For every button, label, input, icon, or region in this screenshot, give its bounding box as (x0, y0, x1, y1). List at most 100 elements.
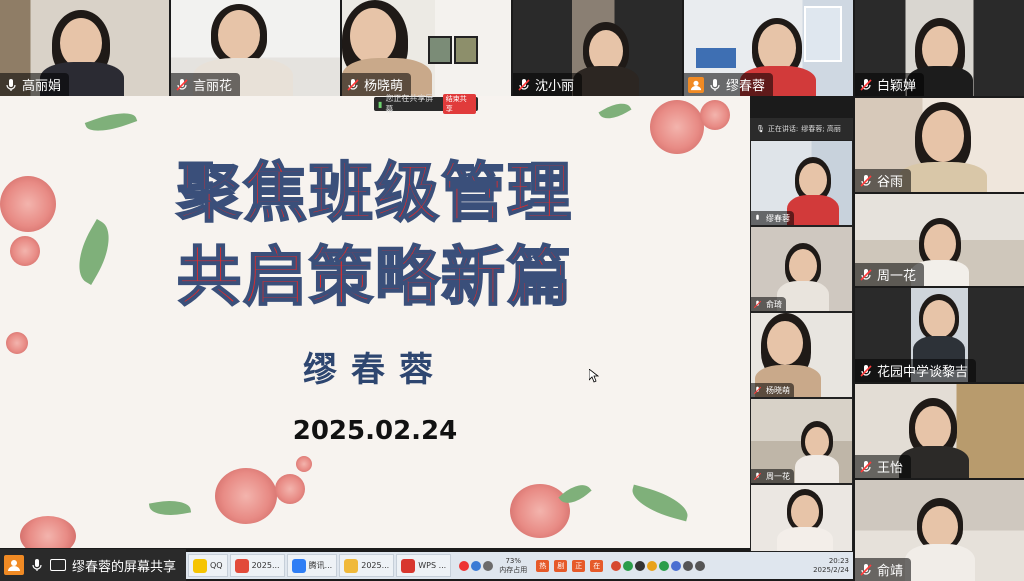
video-tile-2[interactable]: 言丽花 (171, 0, 340, 96)
flower-decoration (296, 456, 312, 472)
participant-nametag: 缪春蓉 (684, 73, 774, 96)
video-tile-6[interactable]: 白颖婵 (855, 0, 1024, 96)
microphone-muted-icon (859, 78, 873, 92)
participant-nametag: 白颖婵 (855, 73, 925, 96)
taskbar-app-label: 2025... (361, 561, 390, 570)
microphone-icon (708, 78, 722, 92)
video-tile-right-4[interactable]: 王怡 (855, 384, 1024, 478)
participant-name: 俞琦 (766, 299, 782, 309)
avatar-icon (4, 555, 24, 575)
slide-speaker-name: 缪春蓉 (303, 350, 447, 390)
screen-share-label: 缪春蓉的屏幕共享 (72, 559, 177, 575)
mini-tile-2[interactable]: 俞琦 (751, 227, 852, 311)
taskbar-app-qq[interactable]: QQ (188, 554, 228, 577)
participant-nametag: 沈小丽 (513, 73, 583, 96)
shared-slide: 聚焦班级管理 共启策略新篇 缪春蓉 2025.02.24 (0, 96, 750, 548)
mouse-cursor-icon (589, 369, 599, 383)
video-tile-5-active-speaker[interactable]: 缪春蓉 (684, 0, 853, 96)
leaf-decoration (84, 105, 138, 139)
participant-nametag: 周一花 (855, 263, 925, 286)
microphone-muted-icon (175, 78, 189, 92)
system-tray-right (611, 560, 706, 571)
system-tray-left (459, 560, 494, 571)
microphone-muted-icon (753, 386, 762, 395)
taskbar-app-wps-1[interactable]: 2025... (229, 554, 285, 577)
tray-icon[interactable] (483, 560, 494, 571)
microphone-muted-icon (859, 268, 873, 282)
video-tile-3[interactable]: 杨晓萌 (342, 0, 511, 96)
tray-icon[interactable] (671, 560, 682, 571)
participant-nametag: 王怡 (855, 455, 912, 478)
leaf-decoration (628, 484, 692, 522)
signal-icon: ▮ (378, 99, 383, 109)
share-status-text: 您正在共享屏幕 (385, 94, 434, 114)
mini-tile-4[interactable]: 周一花 (751, 399, 852, 483)
microphone-muted-icon (753, 472, 762, 481)
clock-date: 2025/2/24 (813, 565, 849, 574)
video-tile-4[interactable]: 沈小丽 (513, 0, 682, 96)
participant-name: 杨晓萌 (364, 79, 404, 94)
microphone-muted-icon (859, 364, 873, 378)
microphone-icon: 🎙 (756, 125, 765, 133)
wps-icon (234, 558, 249, 573)
taskbar-app-folder[interactable]: 2025... (339, 554, 395, 577)
tray-icon[interactable] (611, 560, 622, 571)
participant-name: 谷雨 (877, 175, 904, 190)
hot-search-widget[interactable]: 热 剧 正 在 (533, 559, 604, 572)
microphone-muted-icon (859, 460, 873, 474)
microphone-icon (4, 78, 18, 92)
participant-nametag: 言丽花 (171, 73, 241, 96)
wps-icon (401, 558, 416, 573)
video-tile-right-2[interactable]: 周一花 (855, 194, 1024, 286)
tray-icon[interactable] (635, 560, 646, 571)
participant-name: 白颖婵 (877, 79, 917, 94)
taskbar-app-label: QQ (210, 561, 223, 570)
tray-icon[interactable] (471, 560, 482, 571)
tray-icon[interactable] (623, 560, 634, 571)
participant-name: 周一花 (766, 471, 790, 481)
mini-tile-5[interactable] (751, 485, 852, 551)
wifi-icon[interactable] (683, 560, 694, 571)
taskbar-app-wps-2[interactable]: WPS ... (396, 554, 452, 577)
tray-icon[interactable] (459, 560, 470, 571)
video-tile-1[interactable]: 高丽娟 (0, 0, 169, 96)
hot-label: 正 (572, 559, 586, 572)
microphone-muted-icon (859, 174, 873, 188)
participant-name: 杨晓萌 (766, 385, 790, 395)
participant-nametag: 俞琦 (751, 297, 786, 311)
hot-label: 热 (536, 559, 550, 572)
participant-name: 沈小丽 (535, 79, 575, 94)
mini-tile-1[interactable]: 缪春蓉 (751, 141, 852, 225)
hot-label: 剧 (554, 559, 568, 572)
tray-icon[interactable] (647, 560, 658, 571)
microphone-muted-icon (517, 78, 531, 92)
taskbar-clock[interactable]: 20:23 2025/2/24 (813, 557, 849, 575)
video-tile-right-5[interactable]: 俞靖 (855, 480, 1024, 581)
mini-tile-3[interactable]: 杨晓萌 (751, 313, 852, 397)
flower-decoration (20, 516, 76, 548)
microphone-muted-icon (346, 78, 360, 92)
microphone-muted-icon (859, 563, 873, 577)
taskbar-app-tencent-meeting[interactable]: 腾讯... (286, 554, 338, 577)
memory-usage[interactable]: 73% 内存占用 (499, 557, 527, 575)
video-tile-right-1[interactable]: 谷雨 (855, 98, 1024, 192)
flower-decoration (215, 468, 277, 524)
avatar-icon (688, 76, 704, 93)
participant-name: 王怡 (877, 461, 904, 476)
tray-icon[interactable] (659, 560, 670, 571)
participant-nametag: 周一花 (751, 469, 794, 483)
screen-share-icon (50, 559, 66, 571)
screen-share-indicator: ▮ 您正在共享屏幕 结束共享 (374, 94, 478, 114)
volume-icon[interactable] (695, 560, 706, 571)
taskbar-app-label: 2025... (251, 561, 280, 570)
participant-nametag: 杨晓萌 (751, 383, 794, 397)
participant-nametag: 谷雨 (855, 169, 912, 192)
participant-nametag: 缪春蓉 (751, 211, 794, 225)
video-tile-right-3[interactable]: 花园中学谈黎吉 (855, 288, 1024, 382)
speaking-name: 缪春蓉; 高丽 (801, 125, 841, 133)
stop-sharing-button[interactable]: 结束共享 (442, 94, 476, 114)
microphone-icon (30, 558, 44, 572)
participant-name: 高丽娟 (22, 79, 62, 94)
taskbar-app-label: WPS ... (418, 561, 447, 570)
tencent-meeting-icon (291, 558, 306, 573)
